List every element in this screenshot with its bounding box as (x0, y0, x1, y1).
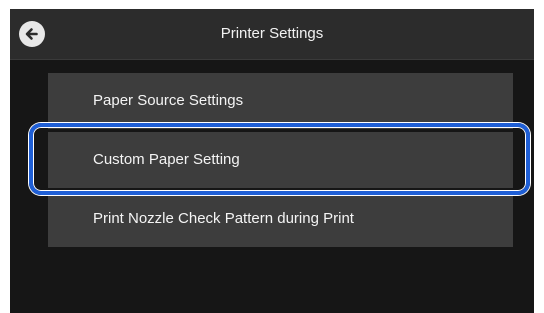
menu-item-label: Print Nozzle Check Pattern during Print (93, 210, 354, 227)
menu-item-print-nozzle-check-pattern[interactable]: Print Nozzle Check Pattern during Print (48, 191, 513, 247)
printer-screen: Printer Settings Paper Source Settings C… (10, 9, 534, 313)
menu-item-label: Paper Source Settings (93, 92, 244, 109)
menu-item-custom-paper-setting[interactable]: Custom Paper Setting (48, 132, 513, 188)
header-bar: Printer Settings (10, 9, 534, 60)
menu-item-label: Custom Paper Setting (93, 151, 240, 168)
menu-item-paper-source-settings[interactable]: Paper Source Settings (48, 73, 513, 129)
settings-menu: Paper Source Settings Custom Paper Setti… (48, 73, 513, 250)
page-title: Printer Settings (220, 25, 324, 42)
